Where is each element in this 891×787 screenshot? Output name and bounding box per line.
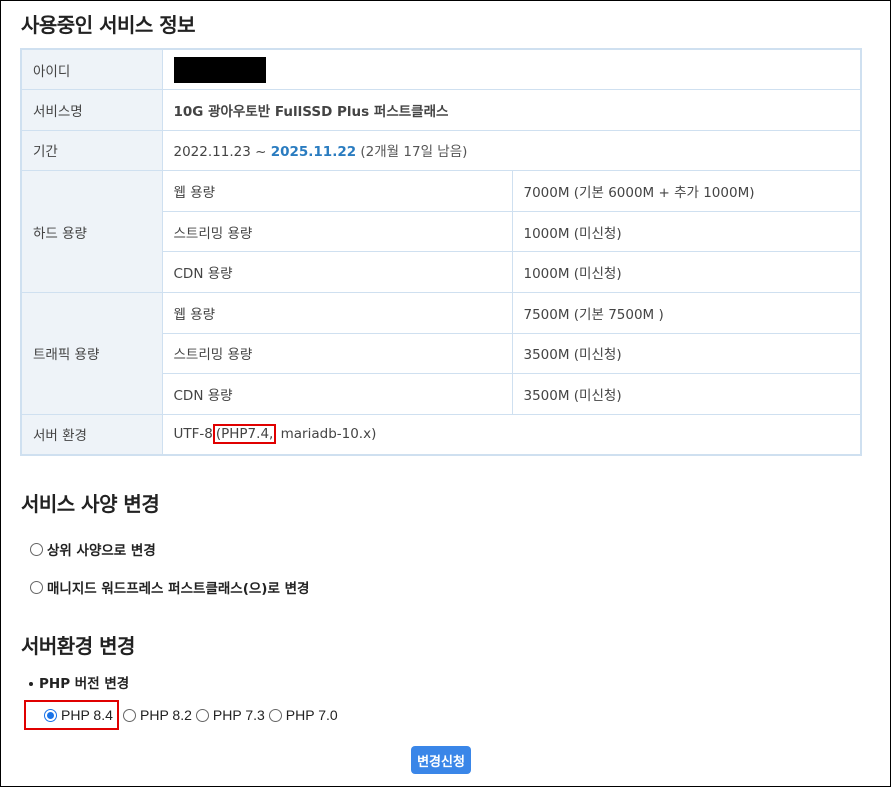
table-row: 아이디 [20,48,862,91]
redacted-mask [173,56,266,83]
php-option-8-4[interactable]: PHP 8.4 [24,700,119,730]
traffic-cdn-value: 3500M (미신청) [511,373,862,415]
server-env-php-highlight: (PHP7.4, [212,424,277,445]
service-info-table: 아이디 서비스명 10G 광아우토반 FullSSD Plus 퍼스트클래스 기… [20,48,862,456]
php-option-label: PHP 8.2 [140,707,192,723]
server-env-label: 서버 환경 [20,413,163,456]
traffic-streaming-value: 3500M (미신청) [511,332,862,375]
disk-web-name: 웹 용량 [161,170,513,212]
period-value: 2022.11.23 ~ 2025.11.22 (2개월 17일 남음) [161,129,862,172]
current-service-title: 사용중인 서비스 정보 [21,13,196,37]
radio-icon[interactable] [30,542,43,556]
traffic-streaming-name: 스트리밍 용량 [161,332,513,375]
radio-icon[interactable] [123,708,136,722]
server-env-change-title: 서버환경 변경 [21,634,135,658]
disk-web-value: 7000M (기본 6000M + 추가 1000M) [511,170,862,212]
php-version-options: PHP 8.4 PHP 8.2 PHP 7.3 PHP 7.0 [24,700,342,730]
spec-option-managed-wordpress[interactable]: 매니지드 워드프레스 퍼스트클래스(으)로 변경 [30,577,309,597]
php-option-label: PHP 7.3 [212,707,265,723]
service-name-value: 10G 광아우토반 FullSSD Plus 퍼스트클래스 [161,89,862,131]
table-row: 기간 2022.11.23 ~ 2025.11.22 (2개월 17일 남음) [20,129,862,172]
table-row: 서비스명 10G 광아우토반 FullSSD Plus 퍼스트클래스 [20,89,862,131]
traffic-label: 트래픽 용량 [20,292,163,415]
spec-option-upgrade[interactable]: 상위 사양으로 변경 [30,539,156,559]
id-value [161,48,862,91]
spec-option-label: 상위 사양으로 변경 [47,543,156,559]
disk-cdn-value: 1000M (미신청) [511,251,862,294]
server-env-db: mariadb-10.x) [280,426,377,443]
php-option-7-0[interactable]: PHP 7.0 [268,707,338,723]
period-remaining: (2개월 17일 남음) [360,144,468,161]
period-start: 2022.11.23 ~ [173,144,267,161]
service-name-label: 서비스명 [20,89,163,131]
table-row: 하드 용량 웹 용량 7000M (기본 6000M + 추가 1000M) [20,170,862,294]
php-option-label: PHP 7.0 [285,707,338,723]
traffic-web-name: 웹 용량 [161,292,513,334]
radio-icon[interactable] [268,708,282,722]
traffic-cdn-name: CDN 용량 [161,373,513,415]
spec-option-label: 매니지드 워드프레스 퍼스트클래스(으)로 변경 [47,581,310,597]
radio-icon[interactable] [195,708,209,722]
php-option-8-2[interactable]: PHP 8.2 [123,707,192,723]
submit-change-button[interactable]: 변경신청 [411,746,471,774]
php-option-7-3[interactable]: PHP 7.3 [195,707,265,723]
table-row: 서버 환경 UTF-8 (PHP7.4, mariadb-10.x) [20,413,862,456]
table-row: 트래픽 용량 웹 용량 7500M (기본 7500M ) [20,292,862,415]
spec-change-title: 서비스 사양 변경 [21,492,160,516]
traffic-web-value: 7500M (기본 7500M ) [511,292,862,334]
radio-selected-icon[interactable] [44,708,57,722]
disk-cdn-name: CDN 용량 [161,251,513,294]
id-label: 아이디 [20,48,163,91]
php-option-label: PHP 8.4 [61,707,113,723]
php-version-label-text: PHP 버전 변경 [39,676,130,692]
radio-icon[interactable] [30,580,43,594]
disk-streaming-value: 1000M (미신청) [511,210,862,253]
bullet-icon [29,682,33,686]
server-env-charset: UTF-8 [173,426,213,443]
disk-label: 하드 용량 [20,170,163,294]
period-end: 2025.11.22 [270,144,357,161]
php-version-label: PHP 버전 변경 [29,672,129,692]
period-label: 기간 [20,129,163,172]
server-env-value: UTF-8 (PHP7.4, mariadb-10.x) [161,413,862,456]
disk-streaming-name: 스트리밍 용량 [161,210,513,253]
